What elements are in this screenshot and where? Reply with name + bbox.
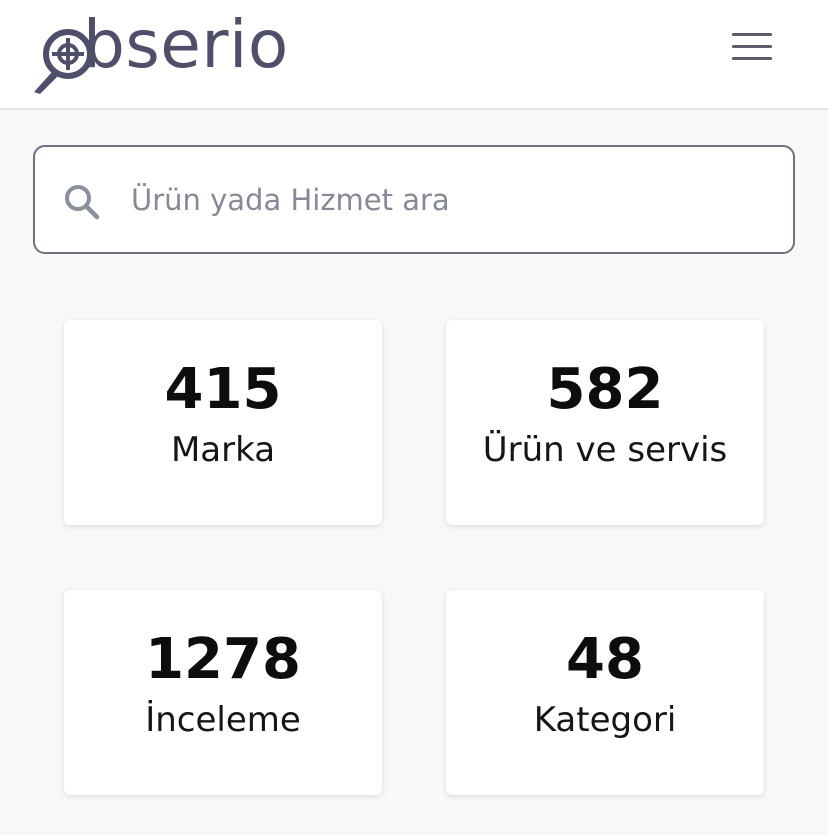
hamburger-menu-button[interactable]	[726, 28, 778, 66]
stat-card-urun-ve-servis[interactable]: 582 Ürün ve servis	[446, 320, 764, 525]
menu-bar-line	[732, 33, 772, 36]
menu-bar-line	[732, 57, 772, 60]
stat-label: İnceleme	[145, 700, 301, 740]
search-icon	[65, 185, 100, 220]
obserio-logo[interactable]: bserio	[30, 6, 320, 94]
stat-card-inceleme[interactable]: 1278 İnceleme	[64, 590, 382, 795]
stat-label: Ürün ve servis	[482, 430, 728, 470]
top-header: bserio	[0, 0, 828, 110]
stat-card-marka[interactable]: 415 Marka	[64, 320, 382, 525]
stat-label: Marka	[170, 430, 276, 470]
stat-label: Kategori	[533, 700, 677, 740]
search-input[interactable]	[131, 165, 751, 235]
menu-bar-line	[732, 45, 772, 48]
stat-value: 1278	[145, 627, 301, 692]
stat-value: 415	[164, 357, 282, 422]
stat-card-kategori[interactable]: 48 Kategori	[446, 590, 764, 795]
search-box[interactable]	[33, 145, 795, 254]
logo-wordmark: bserio	[83, 6, 289, 83]
stat-value: 582	[546, 357, 664, 422]
stat-value: 48	[566, 627, 644, 692]
